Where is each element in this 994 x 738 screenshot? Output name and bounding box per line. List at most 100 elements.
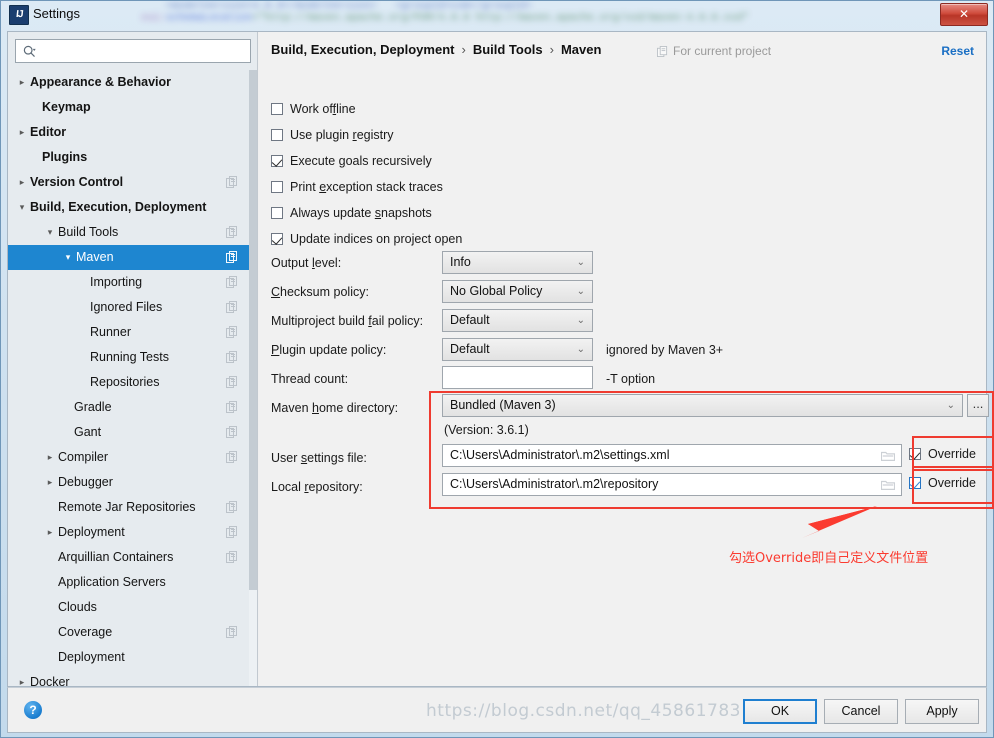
checkbox-always-update-snapshots[interactable]: Always update snapshots	[271, 202, 432, 224]
for-current-project-label: For current project	[657, 44, 771, 58]
copy-icon	[226, 226, 237, 238]
chevron-down-icon[interactable]: ▾	[16, 195, 28, 220]
thread-count-label: Thread count:	[271, 372, 349, 386]
help-icon[interactable]: ?	[24, 701, 42, 719]
user-settings-input[interactable]: C:\Users\Administrator\.m2\settings.xml	[442, 444, 902, 467]
thread-count-input[interactable]	[442, 366, 593, 389]
checkbox-update-indices-on-project-open[interactable]: Update indices on project open	[271, 228, 462, 250]
chevron-right-icon[interactable]: ▸	[16, 120, 28, 145]
sidebar-item-build-execution-deployment[interactable]: ▾ Build, Execution, Deployment	[8, 195, 250, 220]
checkbox-box	[909, 477, 921, 489]
sidebar-item-ignored-files[interactable]: Ignored Files	[8, 295, 250, 320]
breadcrumb-part-3: Maven	[560, 42, 602, 57]
sidebar-item-label: Repositories	[90, 375, 160, 389]
close-button[interactable]: ✕	[940, 3, 988, 26]
copy-icon	[226, 401, 237, 413]
sidebar-item-importing[interactable]: Importing	[8, 270, 250, 295]
sidebar-item-runner[interactable]: Runner	[8, 320, 250, 345]
search-box[interactable]	[15, 39, 251, 63]
sidebar-item-version-control[interactable]: ▸ Version Control	[8, 170, 250, 195]
checkbox-label: Use plugin registry	[290, 128, 394, 142]
checkbox-work-offline[interactable]: Work offline	[271, 98, 356, 120]
thread-count-hint: -T option	[606, 372, 656, 386]
sidebar-item-build-tools[interactable]: ▾ Build Tools	[8, 220, 250, 245]
sidebar-item-compiler[interactable]: ▸ Compiler	[8, 445, 250, 470]
sidebar-item-application-servers[interactable]: Application Servers	[8, 570, 250, 595]
settings-tree[interactable]: ▸ Appearance & Behavior Keymap ▸ Editor Plugi…	[8, 70, 250, 686]
sidebar-item-label: Remote Jar Repositories	[58, 500, 196, 514]
chevron-right-icon[interactable]: ▸	[44, 520, 56, 545]
intellij-idea-icon: IJ	[9, 5, 29, 25]
ok-button[interactable]: OK	[743, 699, 817, 724]
sidebar-item-plugins[interactable]: Plugins	[8, 145, 250, 170]
plugin-update-policy-select[interactable]: Default ⌄	[442, 338, 593, 361]
copy-icon	[226, 251, 237, 263]
folder-icon[interactable]	[881, 479, 895, 491]
sidebar-item-deployment[interactable]: ▸ Deployment	[8, 520, 250, 545]
sidebar-item-clouds[interactable]: Clouds	[8, 595, 250, 620]
sidebar-item-docker[interactable]: ▸ Docker	[8, 670, 250, 686]
user-settings-override-checkbox[interactable]: Override	[909, 443, 976, 465]
checkbox-use-plugin-registry[interactable]: Use plugin registry	[271, 124, 394, 146]
sidebar-item-label: Gant	[74, 425, 102, 439]
search-input[interactable]	[42, 42, 246, 62]
sidebar-scrollbar-thumb[interactable]	[249, 70, 257, 590]
checkbox-box	[271, 129, 283, 141]
breadcrumb-part-1: Build, Execution, Deployment	[271, 42, 455, 57]
chevron-right-icon[interactable]: ▸	[16, 670, 28, 686]
checksum-policy-value: No Global Policy	[450, 284, 543, 298]
reset-link[interactable]: Reset	[941, 44, 974, 58]
sidebar-item-editor[interactable]: ▸ Editor	[8, 120, 250, 145]
checkbox-label: Always update snapshots	[290, 206, 432, 220]
sidebar-item-gant[interactable]: Gant	[8, 420, 250, 445]
output-level-value: Info	[450, 255, 471, 269]
sidebar-item-arquillian-containers[interactable]: Arquillian Containers	[8, 545, 250, 570]
window-title: Settings	[33, 6, 80, 21]
breadcrumb-separator-2: ›	[549, 42, 554, 57]
sidebar-item-running-tests[interactable]: Running Tests	[8, 345, 250, 370]
copy-icon	[226, 501, 237, 513]
sidebar-item-gradle[interactable]: Gradle	[8, 395, 250, 420]
sidebar-item-maven[interactable]: ▾ Maven	[8, 245, 250, 270]
sidebar-item-repositories[interactable]: Repositories	[8, 370, 250, 395]
maven-home-browse-button[interactable]: ...	[967, 394, 989, 417]
chevron-right-icon[interactable]: ▸	[16, 170, 28, 195]
sidebar-item-label: Debugger	[58, 475, 113, 489]
breadcrumb-separator-1: ›	[461, 42, 466, 57]
sidebar-item-label: Editor	[30, 125, 67, 139]
sidebar-item-coverage[interactable]: Coverage	[8, 620, 250, 645]
annotation-arrow-icon	[802, 506, 877, 538]
checksum-policy-select[interactable]: No Global Policy ⌄	[442, 280, 593, 303]
maven-home-select[interactable]: Bundled (Maven 3) ⌄	[442, 394, 963, 417]
breadcrumb-part-2: Build Tools	[472, 42, 543, 57]
checkbox-label: Work offline	[290, 102, 356, 116]
sidebar-item-appearance-behavior[interactable]: ▸ Appearance & Behavior	[8, 70, 250, 95]
cancel-button[interactable]: Cancel	[824, 699, 898, 724]
sidebar-item-debugger[interactable]: ▸ Debugger	[8, 470, 250, 495]
apply-button[interactable]: Apply	[905, 699, 979, 724]
sidebar-item-keymap[interactable]: Keymap	[8, 95, 250, 120]
checkbox-execute-goals-recursively[interactable]: Execute goals recursively	[271, 150, 432, 172]
chevron-right-icon[interactable]: ▸	[44, 470, 56, 495]
multiproject-policy-select[interactable]: Default ⌄	[442, 309, 593, 332]
local-repository-input[interactable]: C:\Users\Administrator\.m2\repository	[442, 473, 902, 496]
output-level-select[interactable]: Info ⌄	[442, 251, 593, 274]
checkbox-box	[271, 207, 283, 219]
folder-icon[interactable]	[881, 450, 895, 462]
plugin-update-policy-value: Default	[450, 342, 490, 356]
chevron-right-icon[interactable]: ▸	[16, 70, 28, 95]
maven-home-label: Maven home directory:	[271, 401, 399, 415]
chevron-down-icon: ⌄	[576, 286, 585, 297]
sidebar-item-remote-jar-repositories[interactable]: Remote Jar Repositories	[8, 495, 250, 520]
local-repository-override-checkbox[interactable]: Override	[909, 472, 976, 494]
chevron-down-icon[interactable]: ▾	[62, 245, 74, 270]
chevron-right-icon[interactable]: ▸	[44, 445, 56, 470]
chevron-down-icon: ⌄	[576, 315, 585, 326]
checkbox-print-exception-stack-traces[interactable]: Print exception stack traces	[271, 176, 443, 198]
chevron-down-icon[interactable]: ▾	[44, 220, 56, 245]
sidebar-item-deployment[interactable]: Deployment	[8, 645, 250, 670]
copy-icon	[226, 426, 237, 438]
search-icon	[23, 45, 36, 57]
sidebar-item-label: Build, Execution, Deployment	[30, 200, 207, 214]
plugin-update-policy-hint: ignored by Maven 3+	[606, 343, 724, 357]
